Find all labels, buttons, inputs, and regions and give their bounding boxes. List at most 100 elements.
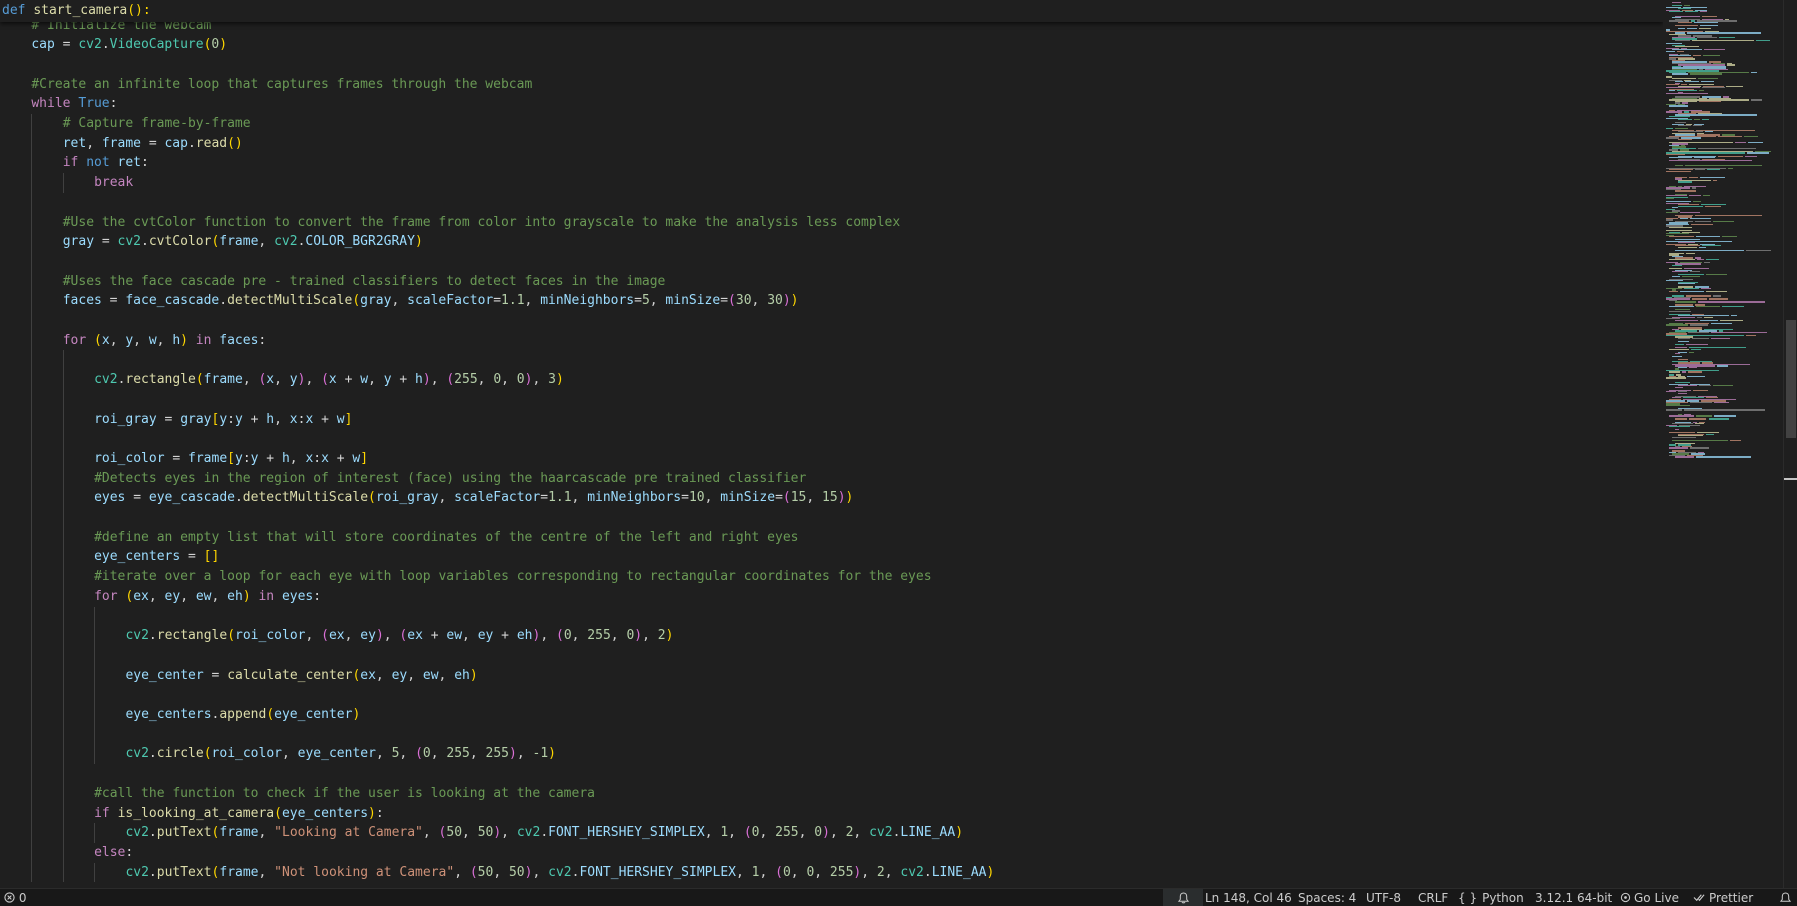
minimap-line <box>1672 436 1697 439</box>
code-token: while <box>31 96 71 112</box>
code-token: ) <box>837 490 846 506</box>
code-token: scaleFactor <box>454 490 541 506</box>
bell-icon <box>1177 892 1189 904</box>
python-interpreter[interactable]: 3.12.1 64-bit <box>1535 889 1612 906</box>
notification-toggle[interactable] <box>1163 889 1203 906</box>
minimap-line <box>1705 274 1727 276</box>
language-mode[interactable]: { } Python <box>1458 889 1524 906</box>
minimap-line <box>1669 160 1753 162</box>
minimap-line <box>1689 73 1722 75</box>
code-token: , <box>407 667 423 683</box>
code-token: , <box>282 746 298 762</box>
code-token: . <box>141 234 149 250</box>
code-token: eyes <box>281 588 314 604</box>
code-token: 0 <box>782 864 791 880</box>
end-of-line[interactable]: CRLF <box>1418 889 1448 906</box>
minimap-line <box>1722 306 1744 308</box>
minimap-line <box>1697 36 1717 39</box>
code-token: #Uses the face cascade pre - trained cla… <box>62 273 666 289</box>
code-token: ey <box>477 628 494 644</box>
minimap-line <box>1710 322 1732 325</box>
code-token: cv2 <box>94 372 118 388</box>
code-token: eye_centers <box>125 707 212 722</box>
code-token: = <box>156 411 181 427</box>
code-token: , <box>133 332 149 348</box>
code-token: + <box>242 411 267 427</box>
minimap-line <box>1669 348 1689 350</box>
minimap-line <box>1708 418 1729 420</box>
minimap[interactable] <box>1663 0 1783 888</box>
minimap-line <box>1699 27 1712 30</box>
sticky-scroll-header[interactable]: def start_camera(): <box>0 0 1663 22</box>
code-line: ret, frame = cap.read() <box>63 134 243 154</box>
minimap-line <box>1702 195 1710 197</box>
feedback-icon[interactable] <box>1779 889 1792 906</box>
minimap-line <box>1669 105 1689 107</box>
minimap-line <box>1711 331 1768 334</box>
minimap-line <box>1704 49 1725 51</box>
code-token: "Looking at Camera" <box>274 825 423 841</box>
minimap-line <box>1679 217 1688 220</box>
file-encoding[interactable]: UTF-8 <box>1366 889 1401 906</box>
minimap-line <box>1698 301 1765 303</box>
code-token: . <box>148 825 157 841</box>
code-token: LINE_AA <box>931 864 987 880</box>
code-token: , <box>532 372 549 388</box>
code-token: , <box>610 628 627 644</box>
code-token: roi_color <box>235 628 306 644</box>
minimap-line <box>1690 348 1702 350</box>
code-token: , <box>148 588 165 604</box>
code-editor[interactable]: def start_camera(): # Initialize the web… <box>0 0 1663 888</box>
minimap-line <box>1675 249 1744 252</box>
code-token: eyes <box>94 490 126 506</box>
code-token: eh <box>454 667 470 683</box>
vertical-scrollbar[interactable] <box>1783 0 1797 888</box>
code-token: if <box>94 805 110 821</box>
code-token: , <box>274 411 290 427</box>
minimap-line <box>1696 258 1705 261</box>
code-token: 1.1 <box>548 490 572 506</box>
minimap-line <box>1705 433 1715 435</box>
code-token: : <box>141 155 149 171</box>
code-token: for <box>62 332 87 348</box>
code-token: minSize <box>665 293 721 309</box>
problems-indicator[interactable]: 0 <box>4 889 26 906</box>
problems-count: 0 <box>18 891 27 905</box>
code-token: , <box>399 746 416 762</box>
code-line: faces = face_cascade.detectMultiScale(gr… <box>63 291 799 311</box>
minimap-line <box>1696 456 1751 458</box>
minimap-line <box>1700 11 1708 13</box>
minimap-line <box>1702 87 1726 89</box>
minimap-line <box>1680 211 1700 214</box>
code-token: [] <box>203 549 220 565</box>
code-token: , <box>422 825 439 841</box>
scrollbar-thumb[interactable] <box>1786 320 1796 438</box>
minimap-line <box>1669 426 1691 428</box>
go-live-button[interactable]: Go Live <box>1620 889 1679 906</box>
indentation-setting[interactable]: Spaces: 4 <box>1298 889 1356 906</box>
cursor-position[interactable]: Ln 148, Col 46 <box>1205 889 1292 906</box>
code-token: , <box>180 588 196 604</box>
code-token: ( <box>203 746 212 762</box>
code-line: eye_centers.append(eye_center) <box>125 705 360 725</box>
code-token: cap <box>31 37 55 53</box>
code-token: , <box>704 825 721 841</box>
minimap-line <box>1689 401 1713 404</box>
code-token: cv2 <box>900 864 924 880</box>
minimap-line <box>1672 2 1682 4</box>
prettier-status[interactable]: Prettier <box>1693 889 1753 906</box>
indent-guide <box>94 606 96 765</box>
code-token: + <box>258 450 282 466</box>
code-token: 0 <box>563 628 572 644</box>
code-token: not <box>86 155 110 171</box>
code-line: #call the function to check if the user … <box>94 784 595 804</box>
indent-guide <box>94 823 96 843</box>
minimap-line <box>1666 170 1691 173</box>
code-token: eye_centers <box>281 805 369 821</box>
code-token: , <box>383 628 400 644</box>
minimap-line <box>1669 236 1695 238</box>
minimap-line <box>1713 295 1721 297</box>
minimap-line <box>1693 389 1709 391</box>
minimap-line <box>1689 271 1700 273</box>
code-line: while True: <box>31 94 117 114</box>
